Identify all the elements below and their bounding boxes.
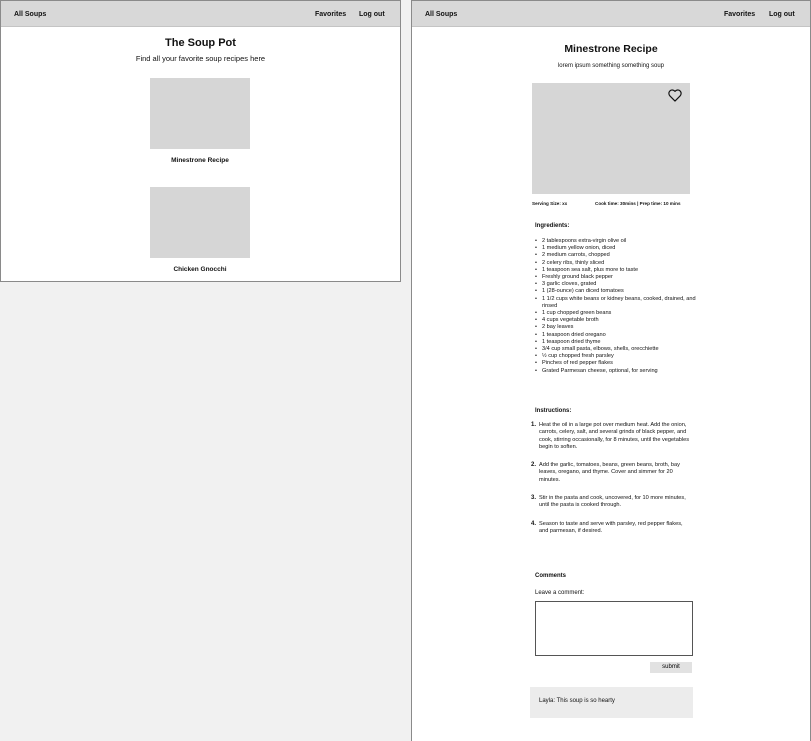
recipe-card-minestrone[interactable]: Minestrone Recipe (149, 78, 251, 164)
ingredient-item: 1 teaspoon dried oregano (535, 332, 699, 339)
nav-logout-link[interactable]: Log out (359, 10, 385, 19)
ingredient-item: 3 garlic cloves, grated (535, 281, 699, 288)
instruction-step: 1. Heat the oil in a large pot over mediu… (530, 422, 690, 451)
recipe-title: Minestrone Recipe (564, 43, 658, 55)
nav-all-soups-link[interactable]: All Soups (425, 10, 457, 19)
recipe-thumbnail[interactable] (150, 187, 250, 258)
leave-comment-label: Leave a comment: (535, 590, 585, 596)
recipe-card-chicken-gnocchi[interactable]: Chicken Gnocchi (149, 187, 251, 273)
instructions-list: 1. Heat the oil in a large pot over mediu… (530, 422, 690, 546)
ingredient-item: ½ cup chopped fresh parsley (535, 353, 699, 360)
step-number: 3. (531, 495, 537, 502)
step-text: Season to taste and serve with parsley, … (539, 520, 683, 534)
comment-textarea[interactable] (535, 601, 693, 656)
ingredient-item: 4 cups vegetable broth (535, 317, 699, 324)
recipe-subtitle: lorem ipsum something something soup (557, 63, 665, 69)
instruction-step: 2. Add the garlic, tomatoes, beans, green… (530, 462, 690, 484)
ingredient-item: 2 celery ribs, thinly sliced (535, 260, 699, 267)
instructions-heading: Instructions: (535, 408, 572, 414)
step-number: 1. (531, 422, 537, 428)
page-subtitle: Find all your favorite soup recipes here (135, 54, 266, 63)
nav-logout-link[interactable]: Log out (769, 10, 795, 19)
step-text: Add the garlic, tomatoes, beans, green b… (539, 462, 680, 483)
recipe-card-label[interactable]: Chicken Gnocchi (149, 266, 251, 273)
instruction-step: 4. Season to taste and serve with parsley… (530, 521, 690, 536)
cook-prep-time: Cook time: 30mins | Prep time: 10 mins (595, 201, 681, 206)
ingredient-item: Pinches of red pepper flakes (535, 360, 699, 367)
step-number: 2. (531, 462, 537, 469)
serving-size: Serving Size: xx (532, 201, 568, 206)
nav-favorites-link[interactable]: Favorites (315, 10, 346, 19)
nav-all-soups-link[interactable]: All Soups (14, 10, 46, 19)
comment-item: Layla: This soup is so hearty (530, 687, 693, 718)
ingredient-item: 2 bay leaves (535, 324, 699, 331)
ingredient-item: 1 medium yellow onion, diced (535, 245, 699, 252)
ingredient-item: 2 tablespoons extra-virgin olive oil (535, 238, 699, 245)
heart-icon[interactable] (668, 89, 682, 102)
step-number: 4. (531, 520, 537, 527)
submit-button[interactable]: submit (650, 662, 692, 673)
comments-heading: Comments (535, 573, 567, 579)
home-page-frame: All Soups Favorites Log out The Soup Pot… (0, 0, 401, 282)
step-text: Stir in the pasta and cook, uncovered, f… (539, 495, 686, 509)
page-title: The Soup Pot (165, 37, 236, 49)
ingredient-item: 1 teaspoon dried thyme (535, 339, 699, 346)
top-nav: All Soups Favorites Log out (1, 1, 400, 27)
ingredient-item: Grated Parmesan cheese, optional, for se… (535, 368, 699, 375)
recipe-card-label[interactable]: Minestrone Recipe (149, 157, 251, 164)
recipe-thumbnail[interactable] (150, 78, 250, 149)
ingredients-heading: Ingredients: (535, 223, 570, 229)
ingredient-item: 2 medium carrots, chopped (535, 252, 699, 259)
step-text: Heat the oil in a large pot over medium … (539, 422, 690, 450)
nav-favorites-link[interactable]: Favorites (724, 10, 755, 19)
ingredient-item: 1 cup chopped green beans (535, 310, 699, 317)
ingredient-item: 1 (28-ounce) can diced tomatoes (535, 288, 699, 295)
recipe-image (532, 83, 690, 194)
ingredient-item: 1 1/2 cups white beans or kidney beans, … (535, 296, 699, 310)
ingredients-list: 2 tablespoons extra-virgin olive oil 1 m… (534, 238, 699, 375)
ingredient-item: 1 teaspoon sea salt, plus more to taste (535, 267, 699, 274)
recipe-page-frame: All Soups Favorites Log out Minestrone R… (411, 0, 811, 741)
ingredient-item: Freshly ground black pepper (535, 274, 699, 281)
instruction-step: 3. Stir in the pasta and cook, uncovered,… (530, 495, 690, 510)
comment-text: Layla: This soup is so hearty (539, 698, 615, 704)
top-nav: All Soups Favorites Log out (412, 1, 810, 27)
